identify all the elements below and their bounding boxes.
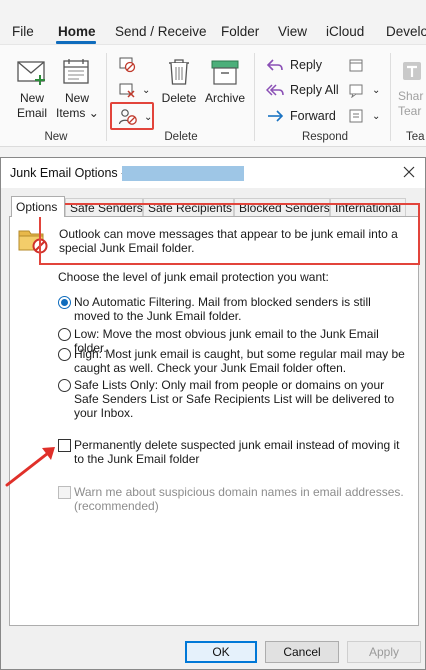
- ribbon-tabs: File Home Send / Receive Folder View iCl…: [0, 0, 426, 44]
- group-label-new: New: [44, 131, 68, 143]
- checkbox-label: Warn me about suspicious domain names in…: [74, 485, 404, 513]
- new-email-label-1: New: [19, 91, 44, 105]
- tab-options[interactable]: Options: [11, 196, 65, 217]
- share-label-2: Tear: [398, 104, 422, 118]
- ok-button[interactable]: OK: [185, 641, 257, 663]
- new-email-button[interactable]: New Email: [12, 57, 52, 121]
- chevron-down-icon: ⌄: [372, 84, 381, 96]
- radio-safe-lists[interactable]: Safe Lists Only: Only mail from people o…: [58, 378, 410, 420]
- ignore-button[interactable]: [118, 53, 136, 75]
- redacted-account: [122, 166, 244, 181]
- group-divider: [254, 53, 255, 141]
- meeting-button[interactable]: [348, 54, 366, 76]
- tab-home[interactable]: Home: [58, 24, 96, 39]
- new-items-label-2: Items ⌄: [56, 106, 99, 120]
- junk-button-highlight: [110, 102, 154, 130]
- reply-all-label: Reply All: [290, 83, 339, 97]
- apply-button: Apply: [347, 641, 421, 663]
- archive-button[interactable]: Archive: [202, 57, 248, 106]
- radio-label: No Automatic Filtering. Mail from blocke…: [74, 295, 371, 323]
- more-respond-icon: [349, 109, 363, 123]
- ignore-icon: [119, 57, 136, 73]
- im-button[interactable]: ⌄: [348, 79, 380, 101]
- group-divider: [106, 53, 107, 141]
- clean-up-icon: [119, 83, 135, 98]
- tab-view[interactable]: View: [278, 24, 307, 39]
- checkbox-permanent-delete[interactable]: Permanently delete suspected junk email …: [58, 438, 410, 466]
- radio-label: Safe Lists Only: Only mail from people o…: [74, 378, 395, 420]
- protection-highlight-box: [39, 203, 420, 265]
- reply-icon: [266, 59, 283, 71]
- dialog-titlebar: Junk Email Options -: [1, 158, 425, 188]
- annotation-arrow-icon: [5, 447, 55, 487]
- im-icon: [349, 84, 363, 98]
- radio-button[interactable]: [58, 348, 71, 361]
- radio-button[interactable]: [58, 379, 71, 392]
- new-email-label-2: Email: [16, 106, 47, 120]
- teams-icon: [403, 62, 421, 80]
- group-label-teams: Tea: [406, 131, 425, 143]
- protection-label: Choose the level of junk email protectio…: [58, 270, 329, 284]
- tab-icloud[interactable]: iCloud: [326, 24, 364, 39]
- close-icon[interactable]: [401, 164, 417, 180]
- checkbox-label: Permanently delete suspected junk email …: [74, 438, 400, 466]
- tab-file[interactable]: File: [12, 24, 34, 39]
- tab-folder[interactable]: Folder: [221, 24, 259, 39]
- radio-button-checked[interactable]: [58, 296, 71, 309]
- archive-icon: [211, 60, 239, 85]
- ribbon: New Email New Items ⌄ New ⌄ ⌄ Delete Arc…: [0, 44, 426, 147]
- cancel-button[interactable]: Cancel: [265, 641, 339, 663]
- trash-icon: [169, 59, 189, 85]
- junk-email-options-dialog: Junk Email Options - Options Safe Sender…: [0, 157, 426, 670]
- share-to-teams-button[interactable]: Shar Tear: [398, 59, 426, 119]
- radio-no-filtering[interactable]: No Automatic Filtering. Mail from blocke…: [58, 295, 410, 323]
- reply-label: Reply: [290, 58, 322, 72]
- reply-button[interactable]: Reply: [266, 54, 322, 76]
- group-divider: [390, 53, 391, 141]
- radio-button[interactable]: [58, 328, 71, 341]
- dialog-title: Junk Email Options -: [10, 166, 126, 180]
- clean-up-button[interactable]: ⌄: [118, 79, 150, 101]
- reply-all-button[interactable]: Reply All: [266, 79, 339, 101]
- chevron-down-icon: ⌄: [88, 106, 99, 120]
- delete-label: Delete: [161, 91, 197, 105]
- tab-send-receive[interactable]: Send / Receive: [115, 24, 207, 39]
- meeting-icon: [349, 59, 363, 72]
- tab-developer[interactable]: Develo: [386, 24, 426, 39]
- reply-all-icon: [266, 84, 284, 96]
- archive-label: Archive: [204, 91, 245, 105]
- group-label-delete: Delete: [164, 131, 198, 143]
- checkbox-warn-suspicious: Warn me about suspicious domain names in…: [58, 485, 410, 513]
- new-email-icon: [17, 61, 45, 85]
- new-items-button[interactable]: New Items ⌄: [56, 57, 99, 121]
- delete-button[interactable]: Delete: [160, 57, 198, 106]
- more-respond-button[interactable]: ⌄: [348, 105, 380, 127]
- chevron-down-icon: ⌄: [142, 84, 151, 96]
- forward-icon: [268, 110, 284, 122]
- share-label-1: Shar: [398, 89, 424, 103]
- forward-label: Forward: [290, 109, 336, 123]
- chevron-down-icon: ⌄: [372, 110, 381, 122]
- group-label-respond: Respond: [301, 131, 349, 143]
- new-items-icon: [63, 59, 89, 84]
- new-items-label-1: New: [64, 91, 89, 105]
- radio-label: High: Most junk email is caught, but som…: [74, 347, 405, 375]
- radio-high[interactable]: High: Most junk email is caught, but som…: [58, 347, 410, 375]
- forward-button[interactable]: Forward: [266, 105, 336, 127]
